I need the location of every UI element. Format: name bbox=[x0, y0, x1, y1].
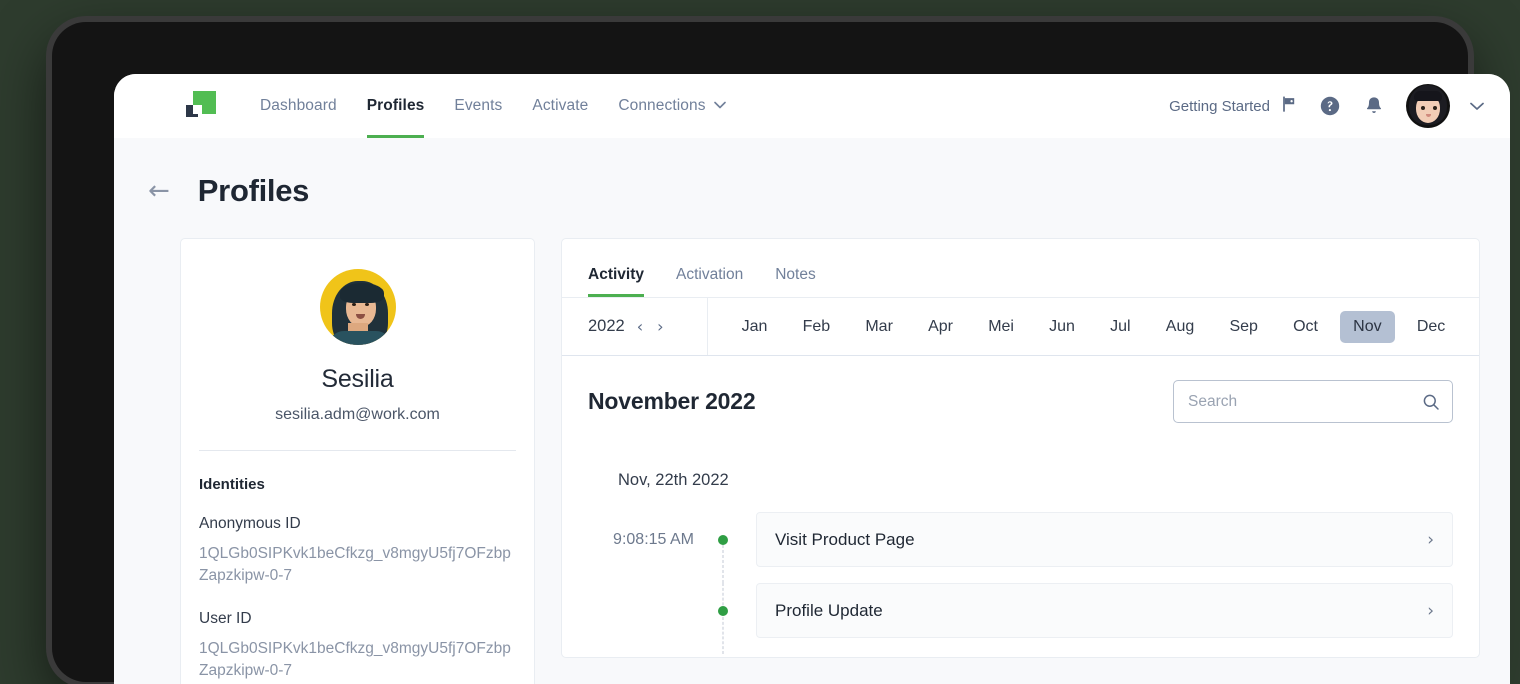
month-sep[interactable]: Sep bbox=[1216, 311, 1270, 343]
bell-icon[interactable] bbox=[1362, 94, 1386, 118]
activity-timeline: 9:08:15 AM Visit Product Page › Profile … bbox=[562, 490, 1479, 654]
device-frame: Dashboard Profiles Events Activate Conne… bbox=[52, 22, 1510, 684]
search-input[interactable] bbox=[1188, 392, 1422, 411]
month-mar[interactable]: Mar bbox=[852, 311, 906, 343]
user-avatar[interactable] bbox=[1406, 84, 1450, 128]
card-divider bbox=[199, 450, 516, 451]
chevron-right-icon[interactable]: › bbox=[1427, 530, 1434, 550]
device-screen: Dashboard Profiles Events Activate Conne… bbox=[114, 74, 1510, 684]
chevron-down-icon bbox=[713, 100, 726, 112]
year-prev-button[interactable]: ‹ bbox=[635, 317, 645, 336]
back-arrow-icon[interactable]: ← bbox=[148, 178, 170, 204]
month-mei[interactable]: Mei bbox=[975, 311, 1027, 343]
year-next-button[interactable]: › bbox=[655, 317, 665, 336]
nav-item-dashboard-label: Dashboard bbox=[260, 97, 337, 114]
identity-anonymous-id: Anonymous ID 1QLGb0SIPKvk1beCfkzg_v8mgyU… bbox=[199, 515, 516, 588]
top-navigation-bar: Dashboard Profiles Events Activate Conne… bbox=[114, 74, 1510, 138]
timeline-event-label: Visit Product Page bbox=[775, 529, 915, 549]
identity-value[interactable]: 1QLGb0SIPKvk1beCfkzg_v8mgyU5fj7OFzbpZapz… bbox=[199, 543, 516, 588]
page-header: ← Profiles bbox=[114, 138, 1510, 209]
flag-icon bbox=[1280, 95, 1298, 117]
profile-photo bbox=[319, 269, 396, 345]
nav-item-events[interactable]: Events bbox=[454, 74, 502, 138]
year-selector: 2022 ‹ › bbox=[562, 298, 708, 355]
nav-item-profiles-label: Profiles bbox=[366, 97, 425, 114]
profile-name: Sesilia bbox=[321, 365, 394, 393]
search-icon[interactable] bbox=[1422, 393, 1440, 411]
nav-item-dashboard[interactable]: Dashboard bbox=[260, 74, 337, 138]
main-nav-links: Dashboard Profiles Events Activate Conne… bbox=[260, 74, 726, 138]
activity-month-title: November 2022 bbox=[588, 388, 756, 414]
timeline-connector bbox=[722, 539, 724, 583]
profile-card: Sesilia sesilia.adm@work.com Identities … bbox=[180, 238, 535, 684]
segment-logo-icon[interactable] bbox=[186, 91, 216, 121]
timeline-marker bbox=[712, 583, 734, 654]
timeline-row: 9:08:15 AM Visit Product Page › bbox=[562, 512, 1453, 583]
tab-activation-label: Activation bbox=[676, 266, 744, 283]
content-row: Sesilia sesilia.adm@work.com Identities … bbox=[114, 209, 1510, 684]
page-body: ← Profiles Sesilia sesilia.adm@work.com … bbox=[114, 138, 1510, 684]
tab-activity-label: Activity bbox=[588, 266, 644, 283]
identity-label: Anonymous ID bbox=[199, 515, 301, 532]
timeline-row: Profile Update › bbox=[562, 583, 1453, 654]
nav-item-activate-label: Activate bbox=[532, 97, 589, 114]
month-list: Jan Feb Mar Apr Mei Jun Jul Aug Sep Oct … bbox=[708, 298, 1479, 355]
timeline-dot-icon bbox=[718, 534, 728, 545]
tab-activation[interactable]: Activation bbox=[676, 266, 743, 297]
timeline-event-label: Profile Update bbox=[775, 600, 883, 620]
tab-activity[interactable]: Activity bbox=[588, 266, 644, 297]
month-nov[interactable]: Nov bbox=[1340, 310, 1395, 343]
identities-heading: Identities bbox=[199, 476, 265, 493]
activity-tabs: Activity Activation Notes bbox=[562, 239, 1479, 297]
year-label: 2022 bbox=[588, 317, 625, 335]
timeline-marker bbox=[712, 512, 734, 583]
month-feb[interactable]: Feb bbox=[790, 311, 844, 343]
nav-right-group: Getting Started bbox=[1169, 84, 1484, 128]
month-aug[interactable]: Aug bbox=[1153, 311, 1207, 343]
activity-day-label: Nov, 22th 2022 bbox=[618, 471, 729, 489]
getting-started-label: Getting Started bbox=[1169, 97, 1270, 115]
month-selector-bar: 2022 ‹ › Jan Feb Mar Apr Mei Jun Jul Aug… bbox=[562, 298, 1479, 356]
timeline-event-card[interactable]: Profile Update › bbox=[756, 583, 1453, 638]
nav-item-connections-label: Connections bbox=[618, 97, 706, 114]
nav-item-events-label: Events bbox=[454, 97, 503, 114]
month-jun[interactable]: Jun bbox=[1036, 311, 1088, 343]
tab-notes-label: Notes bbox=[775, 266, 816, 283]
month-jan[interactable]: Jan bbox=[729, 311, 781, 343]
timeline-connector bbox=[722, 583, 724, 654]
account-chevron-down-icon[interactable] bbox=[1470, 99, 1484, 114]
month-apr[interactable]: Apr bbox=[915, 311, 966, 343]
help-circle-icon[interactable] bbox=[1318, 94, 1342, 118]
timeline-event-card[interactable]: Visit Product Page › bbox=[756, 512, 1453, 567]
tab-notes[interactable]: Notes bbox=[775, 266, 816, 297]
month-dec[interactable]: Dec bbox=[1404, 311, 1458, 343]
activity-panel: Activity Activation Notes 2022 ‹ › Jan F… bbox=[561, 238, 1480, 658]
month-oct[interactable]: Oct bbox=[1280, 311, 1331, 343]
getting-started-button[interactable]: Getting Started bbox=[1169, 95, 1298, 117]
identity-user-id: User ID 1QLGb0SIPKvk1beCfkzg_v8mgyU5fj7O… bbox=[199, 610, 516, 683]
nav-item-connections[interactable]: Connections bbox=[618, 74, 726, 138]
search-box[interactable] bbox=[1173, 380, 1453, 423]
chevron-right-icon[interactable]: › bbox=[1427, 601, 1434, 621]
profile-email: sesilia.adm@work.com bbox=[275, 406, 440, 423]
nav-item-profiles[interactable]: Profiles bbox=[366, 74, 425, 138]
identity-value[interactable]: 1QLGb0SIPKvk1beCfkzg_v8mgyU5fj7OFzbpZapz… bbox=[199, 638, 516, 683]
activity-header: November 2022 bbox=[562, 356, 1479, 423]
identity-label: User ID bbox=[199, 609, 252, 627]
timeline-dot-icon bbox=[718, 605, 728, 616]
timeline-time: 9:08:15 AM bbox=[613, 530, 694, 548]
nav-item-activate[interactable]: Activate bbox=[532, 74, 588, 138]
page-title: Profiles bbox=[197, 173, 310, 208]
month-jul[interactable]: Jul bbox=[1097, 311, 1143, 343]
